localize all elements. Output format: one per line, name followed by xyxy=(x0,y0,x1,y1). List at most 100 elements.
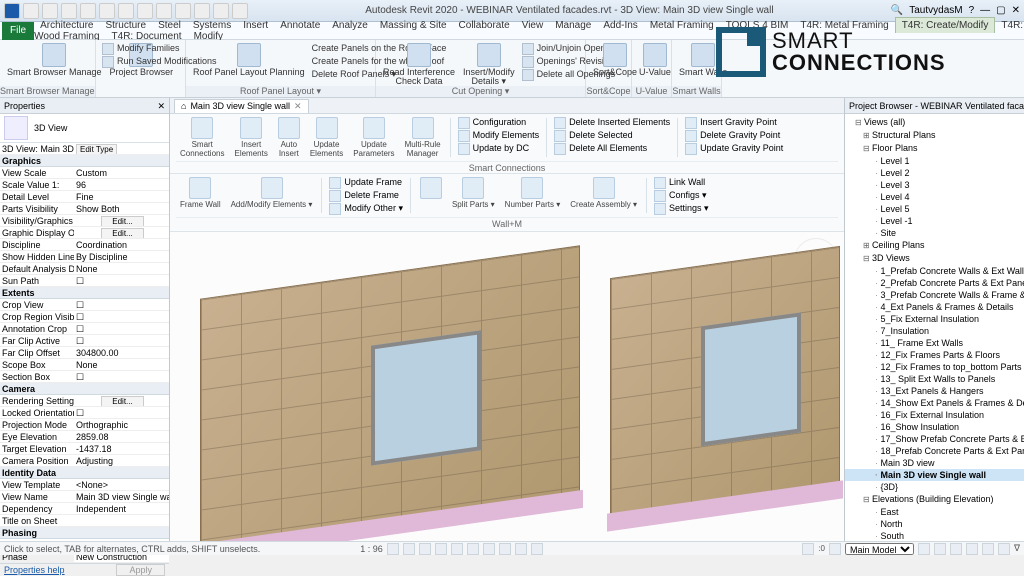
settings--button[interactable]: Settings ▾ xyxy=(652,202,711,215)
revit-icon[interactable] xyxy=(4,3,20,19)
delete-frame-button[interactable]: Delete Frame xyxy=(327,189,405,202)
tab-t4r-metal-framing[interactable]: T4R: Metal Framing xyxy=(794,18,894,33)
prop-row[interactable]: Far Clip Active☐ xyxy=(0,335,169,347)
undo-icon[interactable] xyxy=(80,3,96,19)
delete-selected-button[interactable]: Delete Selected xyxy=(552,129,672,142)
roof-panel-layout-button[interactable]: Roof Panel Layout Planning xyxy=(190,42,308,78)
close-tab-icon[interactable]: ✕ xyxy=(294,101,302,112)
type-selector[interactable]: 3D View xyxy=(0,114,169,143)
multi-rule-manager-button[interactable]: Multi-RuleManager xyxy=(401,116,445,159)
maximize-icon[interactable]: ▢ xyxy=(996,5,1005,16)
prop-row[interactable]: Show Hidden LinesBy Discipline xyxy=(0,251,169,263)
delete-gravity-point-button[interactable]: Delete Gravity Point xyxy=(683,129,785,142)
prop-group-identity-data[interactable]: Identity Data xyxy=(0,467,169,479)
shadows-icon[interactable] xyxy=(435,543,447,555)
number-parts-button[interactable]: Number Parts ▾ xyxy=(501,176,565,215)
prop-row[interactable]: Projection ModeOrthographic xyxy=(0,419,169,431)
switch-icon[interactable] xyxy=(213,3,229,19)
prop-row[interactable]: Rendering SettingsEdit... xyxy=(0,395,169,407)
tab-add-ins[interactable]: Add-Ins xyxy=(597,18,643,33)
prop-row[interactable]: Camera PositionAdjusting xyxy=(0,455,169,467)
prop-row[interactable]: Detail LevelFine xyxy=(0,191,169,203)
tree-node[interactable]: 18_Prefab Concrete Parts & Ext Panels & … xyxy=(845,445,1024,457)
tab-insert[interactable]: Insert xyxy=(237,18,274,33)
tree-node[interactable]: Site xyxy=(845,227,1024,239)
project-tree[interactable]: Views (all)Structural PlansFloor PlansLe… xyxy=(845,114,1024,541)
select-pinned-icon[interactable] xyxy=(966,543,978,555)
tree-node[interactable]: 12_Fix Frames Parts & Floors xyxy=(845,349,1024,361)
prop-row[interactable]: Far Clip Offset304800.00 xyxy=(0,347,169,359)
print-icon[interactable] xyxy=(118,3,134,19)
prop-row[interactable]: Sun Path☐ xyxy=(0,275,169,287)
prop-row[interactable]: View NameMain 3D view Single wall xyxy=(0,491,169,503)
tree-node[interactable]: 13_ Split Ext Walls to Panels xyxy=(845,373,1024,385)
filter-icon[interactable] xyxy=(829,543,841,555)
tree-node[interactable]: Main 3D view Single wall xyxy=(845,469,1024,481)
tree-node[interactable]: 11_ Frame Ext Walls xyxy=(845,337,1024,349)
smart-connections-button[interactable]: SmartConnections xyxy=(176,116,228,159)
prop-group-phasing[interactable]: Phasing xyxy=(0,527,169,539)
group-label[interactable]: Cut Opening ▾ xyxy=(376,86,585,97)
temphide-icon[interactable] xyxy=(515,543,527,555)
insert-modify-details-button[interactable]: Insert/ModifyDetails ▾ xyxy=(460,42,518,87)
tree-node[interactable]: Elevations (Building Elevation) xyxy=(845,493,1024,506)
tab-analyze[interactable]: Analyze xyxy=(326,18,374,33)
workset-select[interactable]: Main Model xyxy=(845,543,914,555)
tree-node[interactable]: Structural Plans xyxy=(845,129,1024,142)
wall-tool-button[interactable] xyxy=(416,176,446,215)
3d-canvas[interactable] xyxy=(170,232,844,541)
read-interference-button[interactable]: Read InterferenceCheck Data xyxy=(380,42,458,87)
tab-massing-site[interactable]: Massing & Site xyxy=(374,18,453,33)
auto-insert-button[interactable]: AutoInsert xyxy=(274,116,304,159)
panel-close-icon[interactable]: ✕ xyxy=(157,98,165,113)
tree-node[interactable]: 4_Ext Panels & Frames & Details xyxy=(845,301,1024,313)
add-modify-elements-button[interactable]: Add/Modify Elements ▾ xyxy=(227,176,317,215)
file-tab[interactable]: File xyxy=(2,22,34,40)
tree-node[interactable]: 2_Prefab Concrete Parts & Ext Panels xyxy=(845,277,1024,289)
tree-node[interactable]: Level 4 xyxy=(845,191,1024,203)
tree-node[interactable]: Level 2 xyxy=(845,167,1024,179)
rendering-icon[interactable] xyxy=(451,543,463,555)
save-icon[interactable] xyxy=(42,3,58,19)
prop-row[interactable]: Locked Orientation☐ xyxy=(0,407,169,419)
prop-row[interactable]: Annotation Crop☐ xyxy=(0,323,169,335)
tree-node[interactable]: 14_Show Ext Panels & Frames & Details & … xyxy=(845,397,1024,409)
tab-annotate[interactable]: Annotate xyxy=(274,18,326,33)
search-icon[interactable]: 🔍 xyxy=(891,5,903,16)
frame-wall-button[interactable]: Frame Wall xyxy=(176,176,225,215)
drag-elements-icon[interactable] xyxy=(998,543,1010,555)
prop-row[interactable]: Scale Value 1:96 xyxy=(0,179,169,191)
tree-node[interactable]: Main 3D view xyxy=(845,457,1024,469)
prop-group-camera[interactable]: Camera xyxy=(0,383,169,395)
apply-button[interactable]: Apply xyxy=(116,564,165,576)
minimize-icon[interactable]: — xyxy=(980,5,990,16)
update-by-dc-button[interactable]: Update by DC xyxy=(456,142,542,155)
prop-group-extents[interactable]: Extents xyxy=(0,287,169,299)
select-underlay-icon[interactable] xyxy=(950,543,962,555)
update-gravity-point-button[interactable]: Update Gravity Point xyxy=(683,142,785,155)
instance-selector-row[interactable]: 3D View: Main 3D view Single wall ▾ Edit… xyxy=(0,143,169,155)
configuration-button[interactable]: Configuration xyxy=(456,116,542,129)
close-icon[interactable]: ✕ xyxy=(1012,5,1020,16)
prop-row[interactable]: Title on Sheet xyxy=(0,515,169,527)
split-parts-button[interactable]: Split Parts ▾ xyxy=(448,176,499,215)
delete-inserted-elements-button[interactable]: Delete Inserted Elements xyxy=(552,116,672,129)
sync-icon[interactable] xyxy=(61,3,77,19)
view-tab-active[interactable]: ⌂ Main 3D view Single wall ✕ xyxy=(174,99,309,113)
selection-count-icon[interactable] xyxy=(802,543,814,555)
close-hidden-icon[interactable] xyxy=(232,3,248,19)
editable-only-icon[interactable] xyxy=(918,543,930,555)
modify-other--button[interactable]: Modify Other ▾ xyxy=(327,202,405,215)
tree-node[interactable]: Views (all) xyxy=(845,116,1024,129)
select-links-icon[interactable] xyxy=(934,543,946,555)
tree-node[interactable]: Level 5 xyxy=(845,203,1024,215)
prop-row[interactable]: Visibility/Graphics Over...Edit... xyxy=(0,215,169,227)
open-icon[interactable] xyxy=(23,3,39,19)
tree-node[interactable]: 5_Fix External Insulation xyxy=(845,313,1024,325)
prop-row[interactable]: View ScaleCustom xyxy=(0,167,169,179)
measure-icon[interactable] xyxy=(137,3,153,19)
tree-node[interactable]: 3_Prefab Concrete Walls & Frame & Fixing xyxy=(845,289,1024,301)
prop-row[interactable]: Crop View☐ xyxy=(0,299,169,311)
prop-row[interactable]: DisciplineCoordination xyxy=(0,239,169,251)
tree-node[interactable]: 1_Prefab Concrete Walls & Ext Walls xyxy=(845,265,1024,277)
